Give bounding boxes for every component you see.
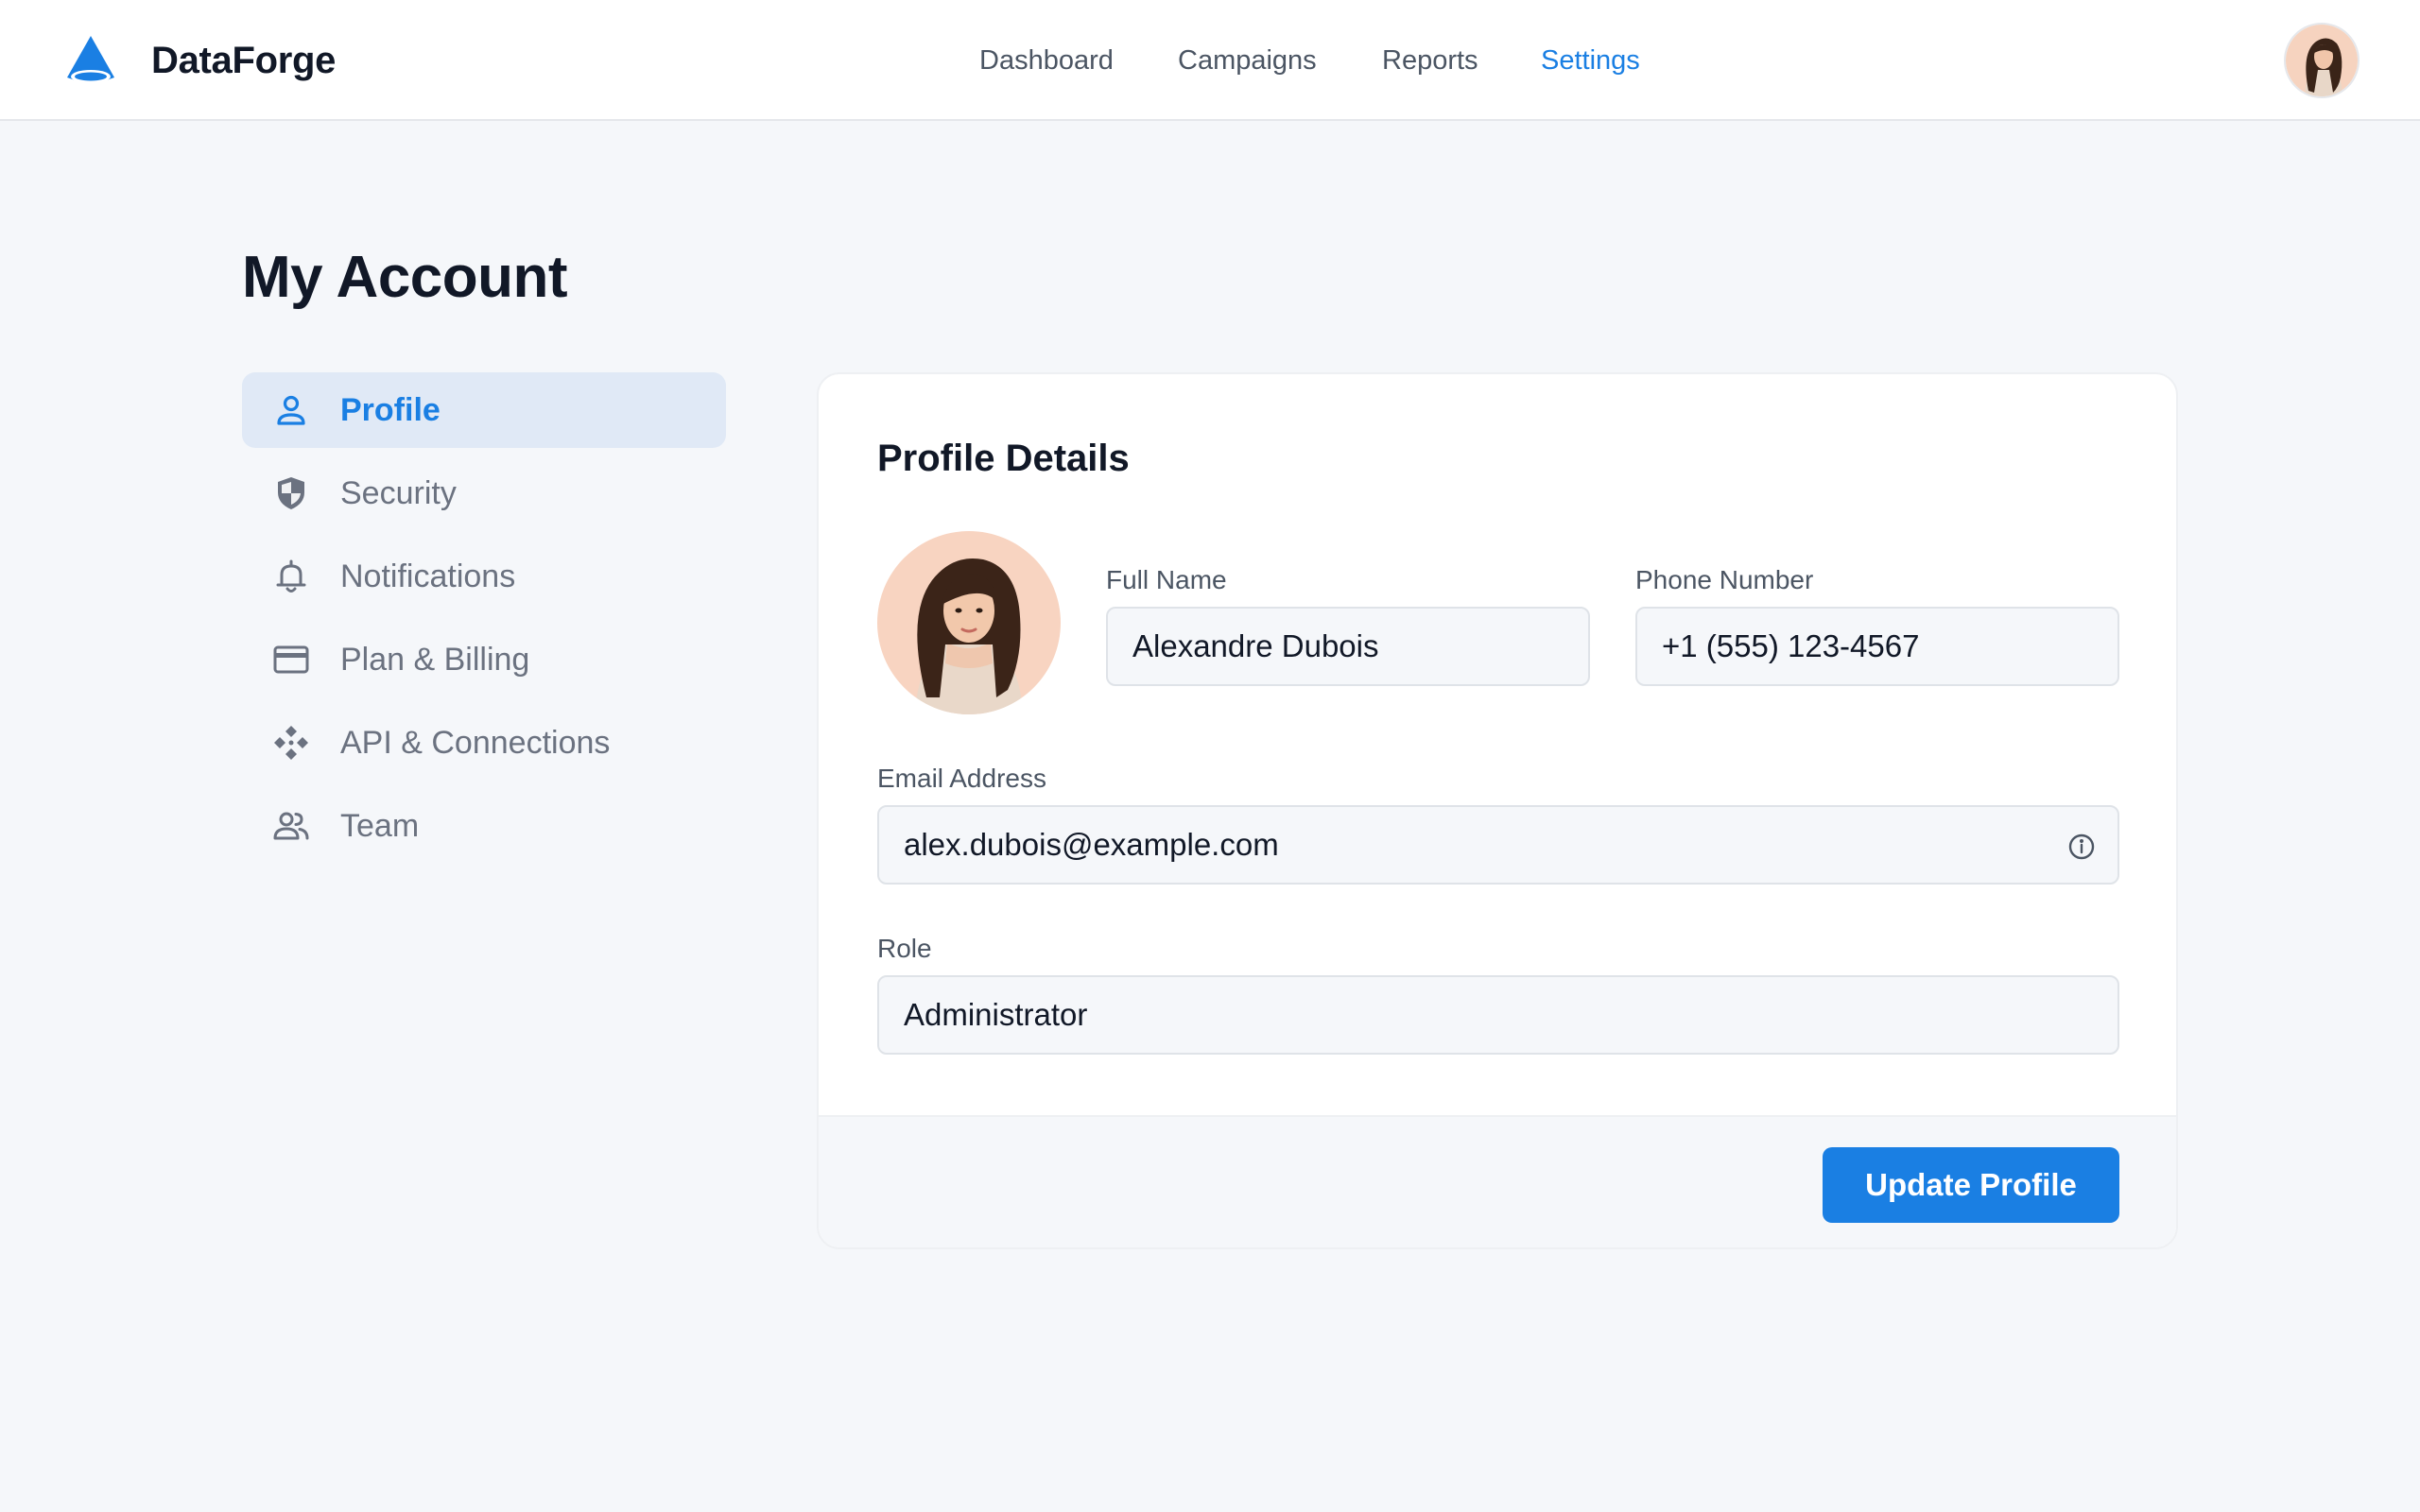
sidebar-item-team[interactable]: Team	[242, 788, 726, 864]
phone-number-input[interactable]: +1 (555) 123-4567	[1635, 607, 2119, 686]
info-icon[interactable]	[2066, 832, 2097, 862]
phone-number-label: Phone Number	[1635, 565, 1814, 594]
user-avatar[interactable]	[2284, 23, 2360, 98]
sidebar-item-label: Security	[340, 475, 457, 511]
update-profile-button[interactable]: Update Profile	[1823, 1147, 2119, 1223]
user-icon	[277, 395, 305, 425]
page-title: My Account	[242, 245, 568, 310]
profile-avatar[interactable]	[877, 531, 1061, 714]
brand-name[interactable]: DataForge	[151, 36, 336, 85]
sidebar-item-label: Team	[340, 808, 420, 844]
sidebar-item-label: Notifications	[340, 558, 516, 594]
sidebar-item-api-connections[interactable]: API & Connections	[242, 705, 726, 781]
profile-details-card: Profile Details Full Name Alexandre Dubo…	[817, 372, 2178, 1249]
nav-settings[interactable]: Settings	[1541, 0, 1640, 121]
sidebar-item-label: Profile	[340, 392, 441, 428]
nav-campaigns[interactable]: Campaigns	[1178, 0, 1317, 121]
sidebar-item-security[interactable]: Security	[242, 455, 726, 531]
team-icon	[273, 812, 309, 840]
email-address-label: Email Address	[877, 764, 1046, 793]
cone-logo-icon[interactable]	[62, 32, 119, 89]
api-connections-icon	[274, 726, 308, 760]
role-input[interactable]: Administrator	[877, 975, 2119, 1055]
nav-reports[interactable]: Reports	[1382, 0, 1478, 121]
card-title: Profile Details	[877, 438, 1130, 479]
sidebar-item-label: API & Connections	[340, 725, 611, 761]
sidebar-item-plan-billing[interactable]: Plan & Billing	[242, 622, 726, 697]
shield-icon	[278, 477, 304, 509]
sidebar-item-notifications[interactable]: Notifications	[242, 539, 726, 614]
email-address-input[interactable]: alex.dubois@example.com	[877, 805, 2119, 885]
avatar-portrait-icon	[877, 531, 1061, 714]
sidebar-item-profile[interactable]: Profile	[242, 372, 726, 448]
credit-card-icon	[273, 645, 309, 674]
top-navigation-bar: DataForge Dashboard Campaigns Reports Se…	[0, 0, 2420, 121]
card-footer: Update Profile	[819, 1115, 2176, 1247]
role-label: Role	[877, 934, 932, 963]
nav-dashboard[interactable]: Dashboard	[979, 0, 1114, 121]
avatar-portrait-icon	[2286, 25, 2358, 96]
bell-icon	[276, 559, 306, 593]
sidebar-item-label: Plan & Billing	[340, 642, 530, 678]
full-name-input[interactable]: Alexandre Dubois	[1106, 607, 1590, 686]
email-value: alex.dubois@example.com	[904, 827, 1279, 862]
full-name-label: Full Name	[1106, 565, 1227, 594]
